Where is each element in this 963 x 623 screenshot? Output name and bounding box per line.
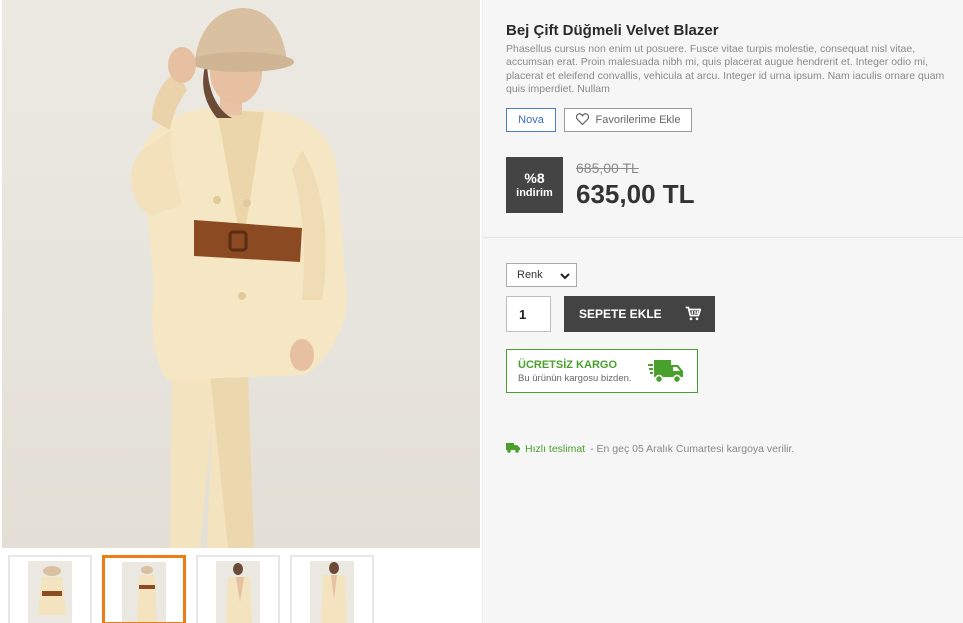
discount-label: indirim <box>516 187 553 199</box>
main-product-image[interactable] <box>2 0 480 548</box>
old-price: 685,00 TL <box>576 160 639 176</box>
product-gallery <box>0 0 482 623</box>
truck-icon <box>648 357 684 392</box>
add-to-cart-label: SEPETE EKLE <box>579 307 662 321</box>
color-select-value: Renk <box>517 269 543 281</box>
product-info-panel: Bej Çift Düğmeli Velvet Blazer Phasellus… <box>482 0 963 623</box>
fast-delivery-truck-icon <box>506 442 520 456</box>
fast-delivery-label: Hızlı teslimat <box>525 443 586 455</box>
add-to-favorites-button[interactable]: Favorilerime Ekle <box>564 108 692 132</box>
add-to-favorites-label: Favorilerime Ekle <box>595 114 681 126</box>
free-shipping-subtitle: Bu ürünün kargosu bizden. <box>518 373 632 384</box>
current-price: 635,00 TL <box>576 179 695 209</box>
thumbnail-3[interactable] <box>196 555 280 623</box>
thumbnail-1[interactable] <box>8 555 92 623</box>
section-divider <box>483 237 963 238</box>
thumbnail-4[interactable] <box>290 555 374 623</box>
heart-icon <box>575 112 589 128</box>
quantity-input[interactable]: 1 <box>506 296 551 332</box>
add-to-cart-button[interactable]: SEPETE EKLE <box>564 296 715 332</box>
fast-delivery-text: - En geç 05 Aralık Cumartesi kargoya ver… <box>590 443 795 455</box>
chevron-down-icon <box>560 271 570 283</box>
thumbnail-strip <box>8 555 374 623</box>
free-shipping-box: ÜCRETSİZ KARGO Bu ürünün kargosu bizden. <box>506 349 698 393</box>
fast-delivery-info: Hızlı teslimat - En geç 05 Aralık Cumart… <box>506 442 794 456</box>
thumbnail-2-active[interactable] <box>102 555 186 623</box>
free-shipping-title: ÜCRETSİZ KARGO <box>518 359 617 371</box>
model-photo-illustration <box>131 8 347 548</box>
color-select[interactable]: Renk <box>506 263 577 287</box>
discount-badge: %8 indirim <box>506 157 563 213</box>
discount-percent: %8 <box>524 170 545 186</box>
product-description: Phasellus cursus non enim ut posuere. Fu… <box>506 43 945 95</box>
brand-button[interactable]: Nova <box>506 108 556 132</box>
product-title: Bej Çift Düğmeli Velvet Blazer <box>506 22 719 39</box>
cart-icon <box>685 306 702 324</box>
